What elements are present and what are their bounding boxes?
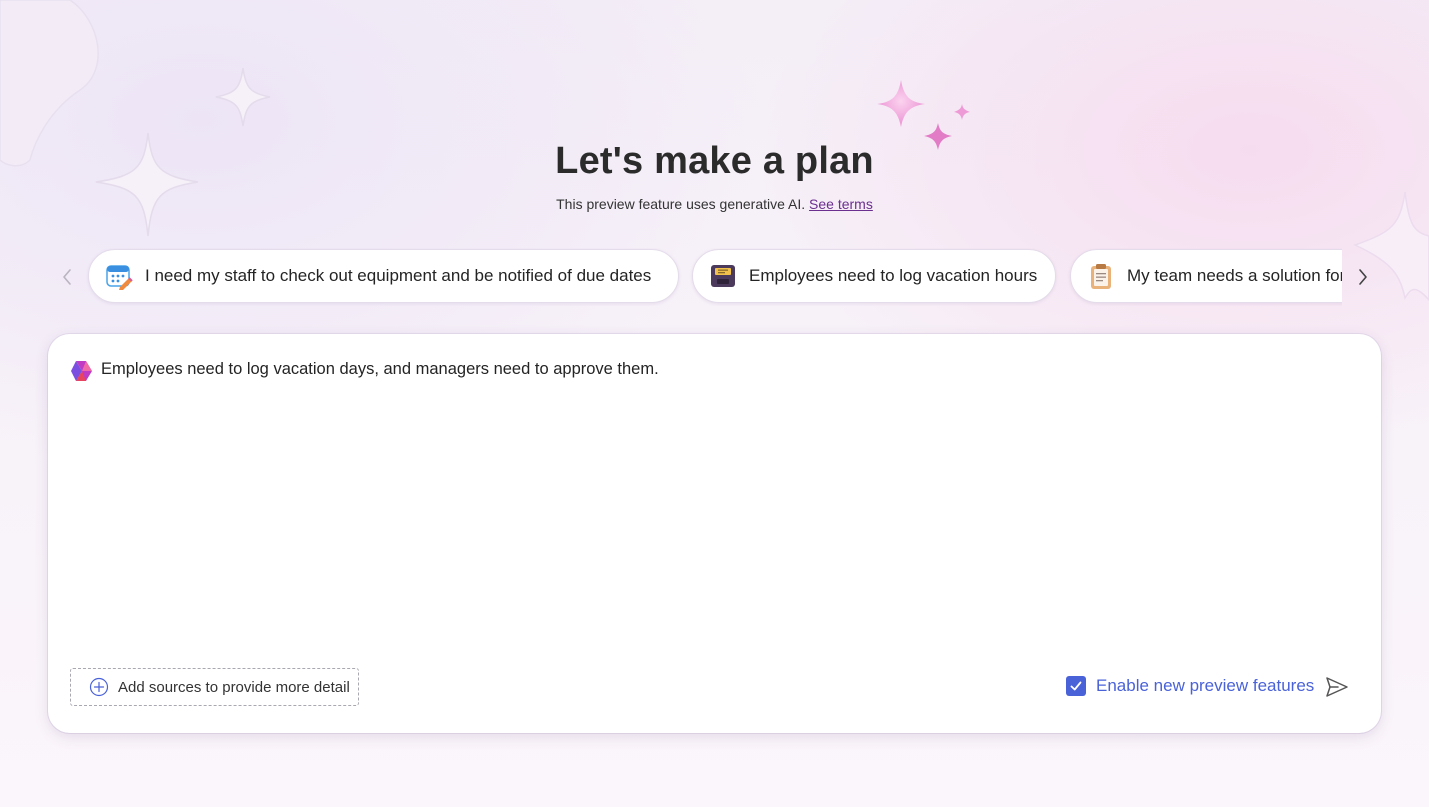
add-sources-button[interactable]: Add sources to provide more detail — [70, 668, 359, 706]
carousel-next-button[interactable] — [1349, 262, 1377, 292]
chevron-left-icon — [63, 269, 71, 285]
checkmark-icon — [1070, 681, 1082, 691]
suitcase-icon — [711, 265, 735, 287]
add-sources-label: Add sources to provide more detail — [118, 678, 350, 696]
suggestion-chip-team-solution[interactable]: My team needs a solution for — [1070, 249, 1342, 303]
carousel-previous-button[interactable] — [53, 262, 81, 292]
enable-preview-features-checkbox[interactable]: Enable new preview features — [1066, 676, 1314, 696]
calendar-edit-icon — [106, 265, 133, 290]
enable-preview-features-label: Enable new preview features — [1096, 676, 1315, 695]
prompt-input[interactable]: Employees need to log vacation days, and… — [101, 360, 659, 379]
clipboard-icon — [1091, 264, 1111, 289]
power-apps-logo-icon — [71, 361, 92, 381]
page-title: Let's make a plan — [555, 140, 874, 182]
add-circle-icon — [89, 677, 109, 697]
prompt-card: Employees need to log vacation days, and… — [48, 334, 1381, 733]
chevron-right-icon — [1359, 269, 1367, 285]
suggestion-chip-label: I need my staff to check out equipment a… — [145, 266, 652, 285]
send-icon[interactable] — [1324, 674, 1350, 700]
checkbox-checked[interactable] — [1066, 676, 1086, 696]
see-terms-link[interactable]: See terms — [809, 196, 873, 212]
page-subtitle: This preview feature uses generative AI.… — [0, 196, 1429, 212]
suggestion-chip-equipment[interactable]: I need my staff to check out equipment a… — [88, 249, 679, 303]
suggestion-carousel: I need my staff to check out equipment a… — [86, 248, 1342, 306]
ai-disclaimer-text: This preview feature uses generative AI. — [556, 196, 806, 212]
suggestion-chip-label: Employees need to log vacation hours — [749, 266, 1038, 285]
suggestion-chip-vacation[interactable]: Employees need to log vacation hours — [692, 249, 1056, 303]
suggestion-chip-label: My team needs a solution for — [1127, 266, 1342, 285]
